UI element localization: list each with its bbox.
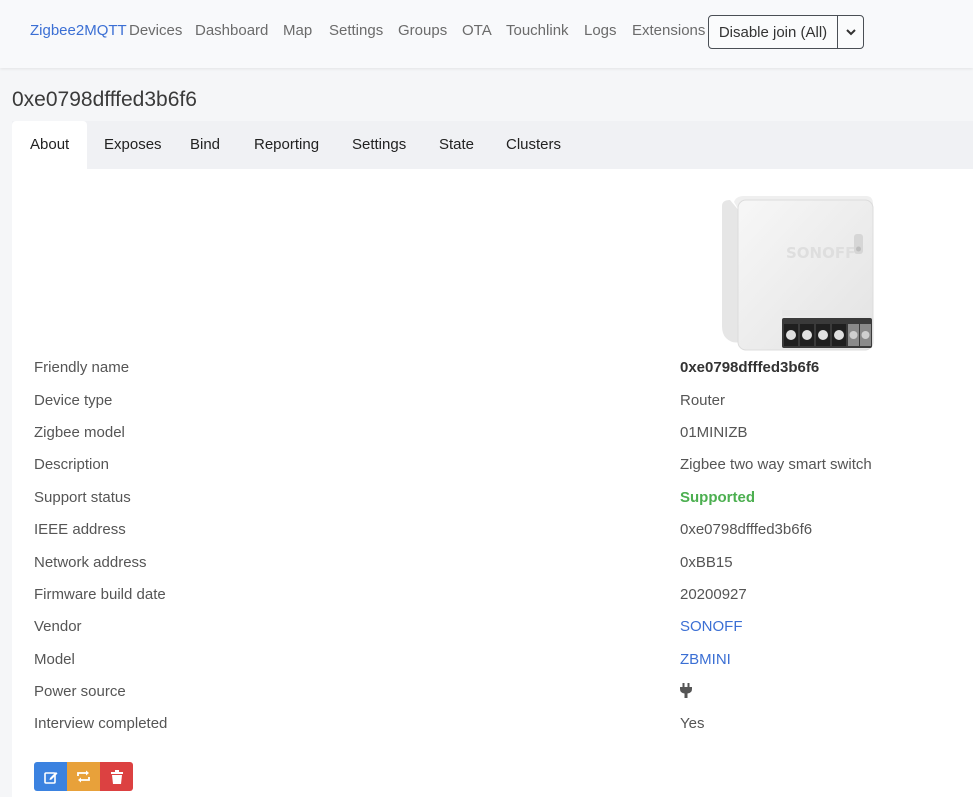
label-ieee-address: IEEE address	[34, 521, 126, 538]
reconfigure-button[interactable]	[67, 762, 100, 791]
nav-touchlink[interactable]: Touchlink	[506, 22, 569, 39]
value-device-type: Router	[680, 392, 726, 409]
label-support-status: Support status	[34, 489, 131, 506]
value-description: Zigbee two way smart switch	[680, 456, 872, 473]
label-model: Model	[34, 651, 75, 668]
nav-map[interactable]: Map	[283, 22, 312, 39]
device-brand-text: SONOFF	[786, 244, 855, 262]
tab-settings[interactable]: Settings	[334, 121, 424, 169]
tab-clusters[interactable]: Clusters	[488, 121, 579, 169]
value-network-address: 0xBB15	[680, 554, 733, 571]
tab-bind[interactable]: Bind	[172, 121, 238, 169]
label-vendor: Vendor	[34, 618, 82, 635]
label-firmware-build-date: Firmware build date	[34, 586, 166, 603]
tab-state[interactable]: State	[421, 121, 492, 169]
chevron-down-icon	[845, 28, 856, 35]
nav-devices[interactable]: Devices	[129, 22, 182, 39]
brand-link[interactable]: Zigbee2MQTT	[30, 22, 127, 39]
label-description: Description	[34, 456, 110, 473]
device-tabs: About Exposes Bind Reporting Settings St…	[12, 121, 973, 169]
edit-icon	[43, 771, 57, 784]
value-support-status[interactable]: Supported	[680, 489, 755, 506]
tab-reporting[interactable]: Reporting	[236, 121, 337, 169]
reconfigure-icon	[77, 770, 90, 783]
label-device-type: Device type	[34, 392, 113, 409]
nav-extensions[interactable]: Extensions	[632, 22, 705, 39]
device-actions	[34, 762, 133, 791]
navbar: Zigbee2MQTT Devices Dashboard Map Settin…	[0, 0, 973, 68]
label-zigbee-model: Zigbee model	[34, 424, 125, 441]
nav-ota[interactable]: OTA	[462, 22, 492, 39]
value-interview-completed: Yes	[680, 715, 705, 732]
vendor-link[interactable]: SONOFF	[680, 618, 743, 635]
nav-groups[interactable]: Groups	[398, 22, 447, 39]
value-friendly-name: 0xe0798dfffed3b6f6	[680, 359, 820, 376]
page-title: 0xe0798dfffed3b6f6	[12, 88, 197, 111]
device-image: SONOFF	[722, 196, 874, 351]
disable-join-button[interactable]: Disable join (All)	[709, 16, 838, 48]
nav-dashboard[interactable]: Dashboard	[195, 22, 268, 39]
value-power-source	[680, 683, 692, 702]
model-link[interactable]: ZBMINI	[680, 651, 731, 668]
remove-button[interactable]	[100, 762, 133, 791]
label-friendly-name: Friendly name	[34, 359, 130, 376]
value-zigbee-model: 01MINIZB	[680, 424, 748, 441]
plug-icon	[680, 683, 692, 698]
label-power-source: Power source	[34, 683, 126, 700]
tab-about[interactable]: About	[12, 121, 88, 169]
label-network-address: Network address	[34, 554, 147, 571]
value-firmware-build-date: 20200927	[680, 586, 747, 603]
join-dropdown-toggle[interactable]	[838, 16, 863, 48]
value-ieee-address: 0xe0798dfffed3b6f6	[680, 521, 813, 538]
rename-button[interactable]	[34, 762, 67, 791]
label-interview-completed: Interview completed	[34, 715, 168, 732]
join-button-group: Disable join (All)	[708, 15, 864, 49]
nav-logs[interactable]: Logs	[584, 22, 617, 39]
tab-exposes[interactable]: Exposes	[86, 121, 180, 169]
trash-icon	[110, 769, 123, 784]
nav-settings[interactable]: Settings	[329, 22, 383, 39]
